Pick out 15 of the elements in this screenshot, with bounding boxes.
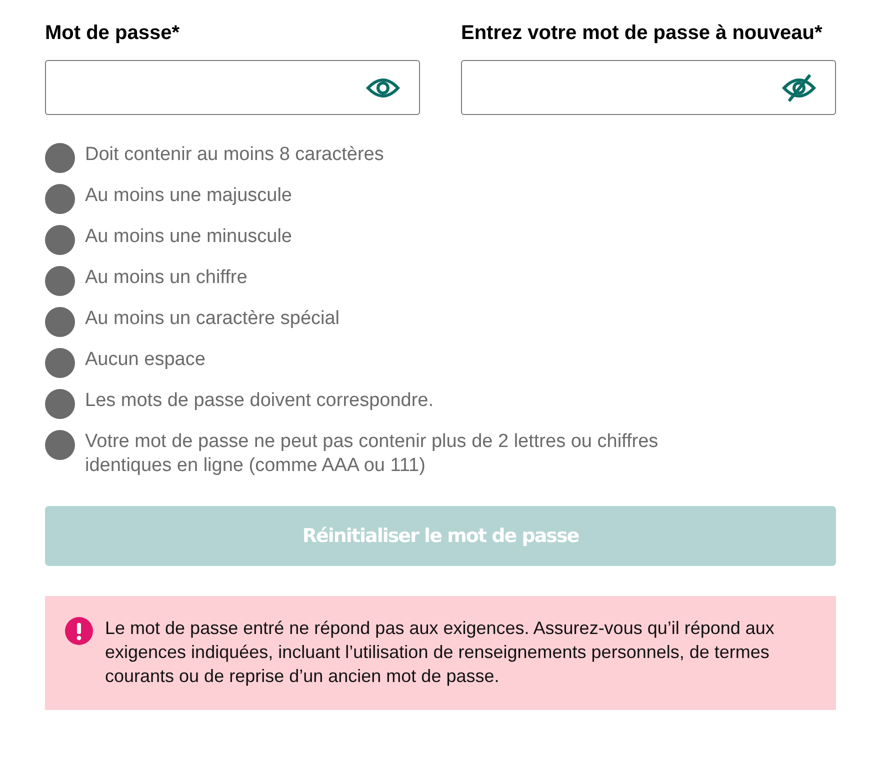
eye-slash-icon[interactable]: [781, 72, 817, 102]
requirement-text: Au moins une minuscule: [85, 225, 293, 249]
requirement-text: Au moins un caractère spécial: [85, 307, 341, 331]
requirement-text: Doit contenir au moins 8 caractères: [85, 143, 385, 167]
requirement-text: Aucun espace: [85, 348, 206, 372]
field-label: Mot de passe*: [45, 21, 180, 46]
requirement-text: Votre mot de passe ne peut pas contenir plus de 2 lettres ou chiffres identiques en ligne (comme AAA ou 111): [85, 430, 660, 478]
requirement-text: Au moins une majuscule: [85, 184, 293, 208]
error-message: Le mot de passe entré ne répond pas aux exigences. Assurez-vous qu’il répond aux exigences indiquées, incluant l’utilisation de renseignements personnels, de termes courants ou de reprise d’un ancien mot de passe.: [105, 617, 776, 688]
alert-icon: [65, 617, 93, 645]
password-field[interactable]: [45, 60, 420, 115]
field-label: Entrez votre mot de passe à nouveau*: [461, 21, 824, 46]
password-field[interactable]: [461, 60, 836, 115]
requirement-text: Les mots de passe doivent correspondre.: [85, 389, 435, 413]
requirement-text: Au moins un chiffre: [85, 266, 248, 290]
